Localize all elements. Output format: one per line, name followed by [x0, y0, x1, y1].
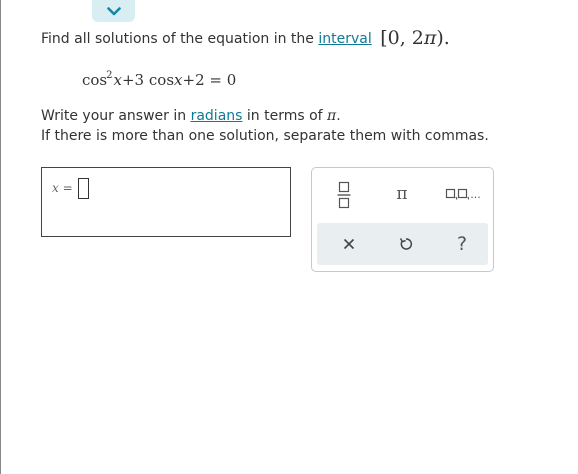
equation-cos-2: cos	[148, 71, 175, 89]
equation: cos2x+3 cosx+2 = 0	[82, 66, 236, 91]
question-text: Find all solutions of the equation in th…	[41, 27, 450, 50]
interval-link[interactable]: interval	[318, 31, 371, 47]
interval-pi: π	[423, 27, 437, 49]
answer-box: x =	[41, 167, 291, 237]
page-left-border	[0, 0, 1, 474]
collapse-tab-button[interactable]	[92, 0, 135, 22]
math-keypad: π ... ?	[311, 167, 494, 272]
close-icon	[343, 238, 355, 250]
question-prefix: Find all solutions of the equation in th…	[41, 31, 314, 47]
interval-close-bracket: ).	[436, 27, 450, 49]
list-ellipsis: ...	[470, 187, 481, 201]
radians-link[interactable]: radians	[191, 108, 243, 124]
fraction-button[interactable]	[332, 180, 356, 210]
answer-variable: x	[52, 181, 59, 195]
pi-button[interactable]: π	[388, 180, 416, 208]
equation-var-2: x	[174, 71, 183, 89]
fraction-icon	[337, 181, 351, 209]
interval-lower: 0,	[387, 27, 406, 49]
equation-var-1: x	[113, 71, 122, 89]
instruction-period: .	[336, 108, 341, 124]
list-button[interactable]: ...	[443, 183, 483, 205]
equation-cos-1: cos	[82, 71, 108, 89]
chevron-down-icon	[106, 6, 121, 15]
interval-open-bracket: [	[380, 27, 388, 49]
keypad-action-row: ?	[317, 223, 488, 265]
answer-input[interactable]	[78, 178, 89, 199]
instruction-prefix: Write your answer in	[41, 108, 187, 124]
help-button[interactable]: ?	[450, 231, 474, 257]
instruction-mid: in terms of	[246, 108, 323, 124]
undo-icon	[399, 238, 413, 250]
interval-expression: [0, 2π).	[380, 27, 450, 49]
instruction-line-2: If there is more than one solution, sepa…	[41, 128, 489, 144]
instruction-pi: π	[327, 108, 337, 124]
equation-plus-3: +3	[121, 71, 145, 89]
equation-rest: +2 = 0	[182, 71, 237, 89]
instruction-line-1: Write your answer in radians in terms of…	[41, 106, 341, 126]
interval-upper-coef: 2	[411, 27, 424, 49]
clear-button[interactable]	[337, 232, 361, 256]
list-icon	[446, 188, 470, 200]
undo-button[interactable]	[394, 232, 418, 256]
answer-label: x =	[52, 181, 73, 195]
answer-equals: =	[62, 181, 73, 195]
equation-exponent: 2	[106, 70, 113, 81]
